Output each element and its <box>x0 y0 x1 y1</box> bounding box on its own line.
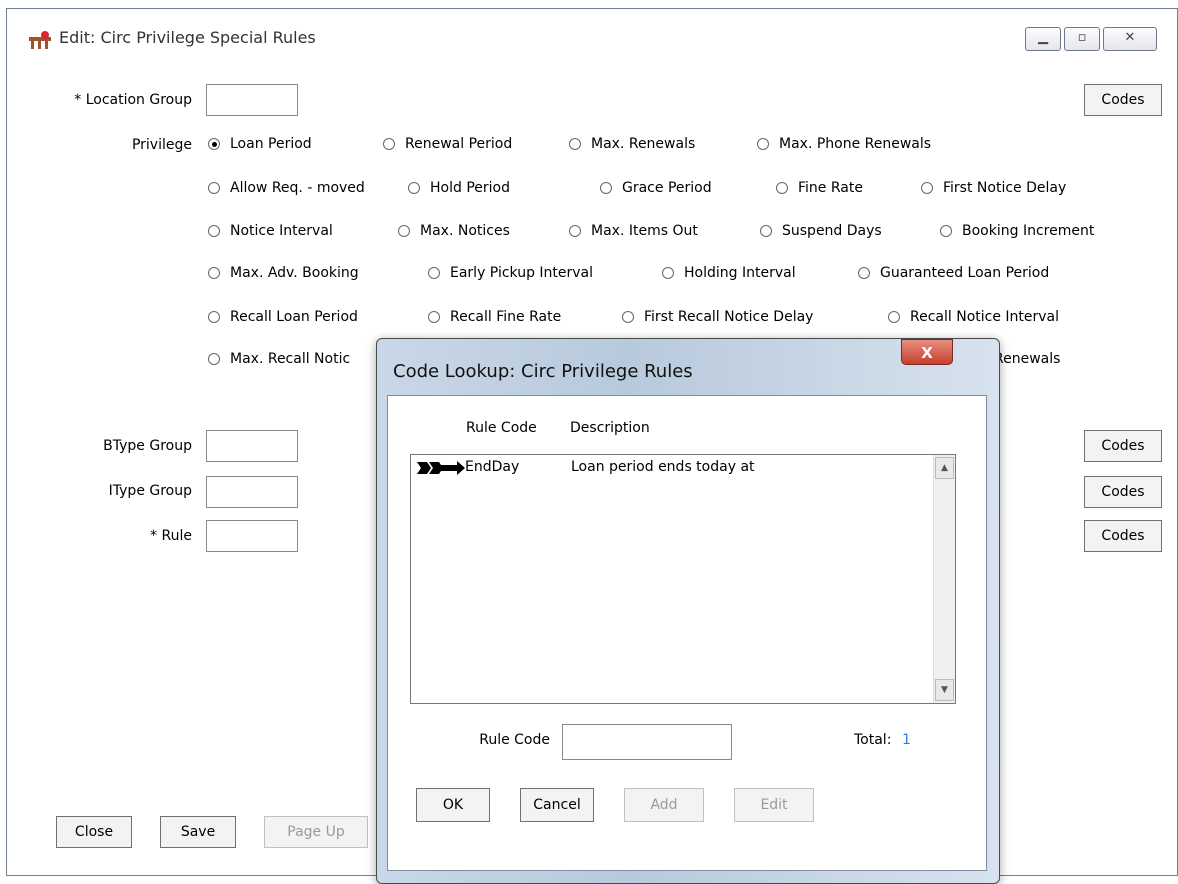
radio-dot <box>208 138 220 150</box>
btype-group-label: BType Group <box>103 438 192 454</box>
itype-group-input[interactable] <box>206 476 298 508</box>
description-cell: Loan period ends today at <box>571 459 755 475</box>
radio-max-adv-booking[interactable]: Max. Adv. Booking <box>208 265 359 281</box>
radio-max-items-out[interactable]: Max. Items Out <box>569 223 698 239</box>
radio-booking-increment[interactable]: Booking Increment <box>940 223 1094 239</box>
column-header-description[interactable]: Description <box>570 420 650 436</box>
radio-dot <box>760 225 772 237</box>
radio-dot <box>208 311 220 323</box>
radio-early-pickup-interval[interactable]: Early Pickup Interval <box>428 265 593 281</box>
radio-dot <box>600 182 612 194</box>
radio-dot <box>858 267 870 279</box>
itype-group-label: IType Group <box>108 483 192 499</box>
radio-guaranteed-loan-period[interactable]: Guaranteed Loan Period <box>858 265 1049 281</box>
btype-group-input[interactable] <box>206 430 298 462</box>
radio-dot <box>569 225 581 237</box>
radio-grace-period[interactable]: Grace Period <box>600 180 712 196</box>
rules-list[interactable]: EndDay Loan period ends today at ▲ ▼ <box>410 454 956 704</box>
radio-max-notices[interactable]: Max. Notices <box>398 223 510 239</box>
current-row-arrow-icon <box>417 461 465 475</box>
add-button[interactable]: Add <box>624 788 704 822</box>
rule-code-filter-label: Rule Code <box>479 732 550 748</box>
window-title: Edit: Circ Privilege Special Rules <box>59 28 316 47</box>
ok-button[interactable]: OK <box>416 788 490 822</box>
minimize-icon: ▁ <box>1038 30 1048 45</box>
radio-dot <box>383 138 395 150</box>
minimize-button[interactable]: ▁ <box>1025 27 1061 51</box>
radio-recall-loan-period[interactable]: Recall Loan Period <box>208 309 358 325</box>
radio-hold-period[interactable]: Hold Period <box>408 180 510 196</box>
radio-dot <box>208 267 220 279</box>
radio-dot <box>398 225 410 237</box>
dialog-close-button[interactable]: X <box>901 339 953 365</box>
close-icon: ✕ <box>1124 30 1136 45</box>
radio-renewal-period[interactable]: Renewal Period <box>383 136 512 152</box>
radio-max-renewals[interactable]: Max. Renewals <box>569 136 695 152</box>
vertical-scrollbar[interactable]: ▲ ▼ <box>933 455 955 703</box>
dialog-body: Rule Code Description EndDay Loan period… <box>387 395 987 871</box>
rule-codes-button[interactable]: Codes <box>1084 520 1162 552</box>
radio-dot <box>569 138 581 150</box>
itype-codes-button[interactable]: Codes <box>1084 476 1162 508</box>
rule-code-cell: EndDay <box>465 459 520 475</box>
radio-max-phone-renewals[interactable]: Max. Phone Renewals <box>757 136 931 152</box>
edit-button[interactable]: Edit <box>734 788 814 822</box>
app-icon <box>29 31 51 49</box>
cancel-button[interactable]: Cancel <box>520 788 594 822</box>
maximize-icon: ▫ <box>1077 30 1087 45</box>
close-button[interactable]: Close <box>56 816 132 848</box>
scroll-down-icon[interactable]: ▼ <box>935 679 954 701</box>
radio-dot <box>208 353 220 365</box>
radio-dot <box>428 267 440 279</box>
radio-dot <box>921 182 933 194</box>
location-codes-button[interactable]: Codes <box>1084 84 1162 116</box>
radio-holding-interval[interactable]: Holding Interval <box>662 265 796 281</box>
rule-label: * Rule <box>150 528 192 544</box>
radio-dot <box>622 311 634 323</box>
radio-max-recall-notices[interactable]: Max. Recall Notic <box>208 351 350 367</box>
close-icon: X <box>921 344 933 362</box>
page-up-button[interactable]: Page Up <box>264 816 368 848</box>
radio-dot <box>757 138 769 150</box>
scroll-up-icon[interactable]: ▲ <box>935 457 954 479</box>
radio-notice-interval[interactable]: Notice Interval <box>208 223 333 239</box>
radio-dot <box>662 267 674 279</box>
save-button[interactable]: Save <box>160 816 236 848</box>
maximize-button[interactable]: ▫ <box>1064 27 1100 51</box>
radio-dot <box>428 311 440 323</box>
radio-loan-period[interactable]: Loan Period <box>208 136 312 152</box>
radio-first-notice-delay[interactable]: First Notice Delay <box>921 180 1066 196</box>
radio-dot <box>208 225 220 237</box>
total-label: Total: <box>854 732 892 748</box>
radio-recall-notice-interval[interactable]: Recall Notice Interval <box>888 309 1059 325</box>
radio-dot <box>208 182 220 194</box>
radio-dot <box>408 182 420 194</box>
btype-codes-button[interactable]: Codes <box>1084 430 1162 462</box>
radio-suspend-days[interactable]: Suspend Days <box>760 223 882 239</box>
rule-input[interactable] <box>206 520 298 552</box>
dialog-title: Code Lookup: Circ Privilege Rules <box>393 361 693 382</box>
radio-renewals-partial: Renewals <box>994 351 1061 367</box>
rule-code-filter-input[interactable] <box>562 724 732 760</box>
radio-dot <box>888 311 900 323</box>
radio-dot <box>940 225 952 237</box>
radio-first-recall-notice-delay[interactable]: First Recall Notice Delay <box>622 309 813 325</box>
radio-recall-fine-rate[interactable]: Recall Fine Rate <box>428 309 561 325</box>
privilege-label: Privilege <box>131 137 192 153</box>
title-bar: Edit: Circ Privilege Special Rules ▁ ▫ ✕ <box>7 9 1177 59</box>
close-window-button[interactable]: ✕ <box>1103 27 1157 51</box>
radio-allow-req-moved[interactable]: Allow Req. - moved <box>208 180 365 196</box>
list-item[interactable]: EndDay Loan period ends today at <box>411 457 931 479</box>
location-group-label: * Location Group <box>74 92 192 108</box>
radio-dot <box>776 182 788 194</box>
radio-fine-rate[interactable]: Fine Rate <box>776 180 863 196</box>
total-value: 1 <box>902 732 911 748</box>
code-lookup-dialog: Code Lookup: Circ Privilege Rules X Rule… <box>376 338 1000 884</box>
column-header-rule-code[interactable]: Rule Code <box>466 420 537 436</box>
location-group-input[interactable] <box>206 84 298 116</box>
